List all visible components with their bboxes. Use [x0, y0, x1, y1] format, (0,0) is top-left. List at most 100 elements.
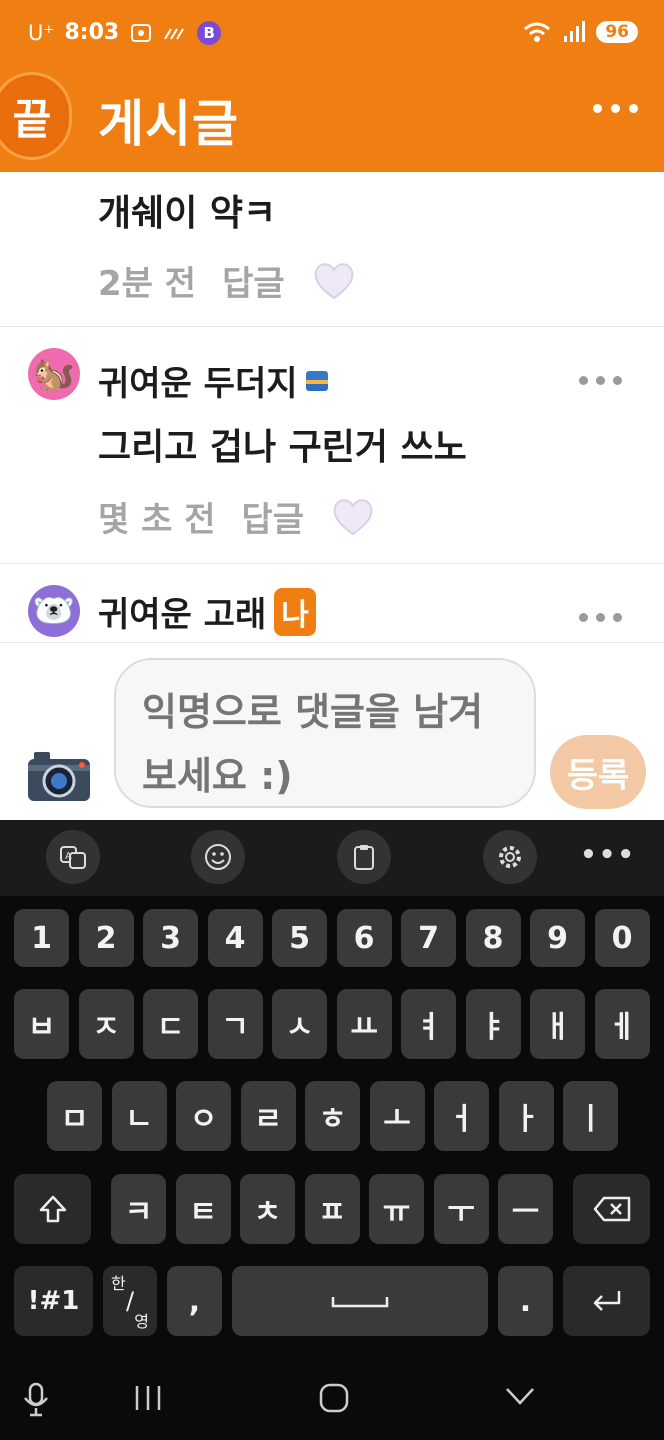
language-key-bottom: 영	[134, 1312, 149, 1331]
letter-key[interactable]: ㅁ	[47, 1081, 102, 1151]
letter-key[interactable]: ㄹ	[240, 1081, 296, 1151]
carrier-label: U⁺	[28, 20, 55, 45]
language-key-slash: /	[125, 1287, 135, 1315]
comment-text: 개쉐이 약ㅋ	[98, 193, 277, 234]
more-icon[interactable]	[593, 104, 638, 113]
translate-icon[interactable]: A	[46, 830, 100, 884]
app-header: U⁺ 8:03 B 96 끝 게시글	[0, 0, 664, 172]
submit-button[interactable]: 등록	[550, 735, 646, 809]
letter-key[interactable]: ㅅ	[272, 989, 327, 1059]
letter-key[interactable]: ㅔ	[594, 989, 650, 1059]
number-key[interactable]: 9	[530, 909, 585, 967]
author-name: 귀여운 두더지	[98, 364, 298, 404]
letter-key[interactable]: ㅎ	[305, 1081, 360, 1151]
letter-key[interactable]: ㅓ	[434, 1081, 489, 1151]
comment-input[interactable]	[114, 658, 536, 808]
shift-key[interactable]	[14, 1174, 91, 1244]
screenshot-icon	[131, 23, 152, 42]
number-key[interactable]: 0	[594, 909, 650, 967]
comment-text: 그리고 겁나 구린거 쓰노	[98, 427, 467, 468]
symbols-key[interactable]: !#1	[14, 1266, 93, 1336]
comment-time: 몇 초 전	[98, 500, 216, 540]
letter-key[interactable]: ㅜ	[433, 1174, 489, 1244]
letter-key[interactable]: ㅣ	[563, 1081, 618, 1151]
enter-key[interactable]	[563, 1266, 650, 1336]
avatar: 🐿️	[28, 348, 80, 400]
signal-icon	[564, 21, 586, 42]
number-key[interactable]: 4	[207, 909, 263, 967]
battery-indicator: 96	[596, 21, 638, 43]
heart-icon[interactable]	[311, 258, 357, 304]
letter-key[interactable]: ㅗ	[369, 1081, 425, 1151]
app-logo[interactable]: 끝	[0, 72, 72, 160]
letter-key[interactable]: ㅡ	[498, 1174, 553, 1244]
letter-key[interactable]: ㅂ	[14, 989, 69, 1059]
comma-key[interactable]: ,	[167, 1266, 222, 1336]
number-key[interactable]: 1	[14, 909, 69, 967]
backspace-key[interactable]	[573, 1174, 650, 1244]
number-key[interactable]: 7	[401, 909, 456, 967]
letter-key[interactable]: ㅈ	[78, 989, 134, 1059]
space-icon	[331, 1297, 389, 1308]
letter-key[interactable]: ㅊ	[240, 1174, 295, 1244]
keyboard: A ••• 1234567890 ㅂㅈㄷㄱㅅㅛㅕㅑㅐㅔ ㅁㄴㅇㄹㅎㅗㅓㅏㅣ ㅋㅌ…	[0, 820, 664, 1360]
wifi-icon	[524, 22, 551, 42]
letter-key[interactable]: ㅇ	[176, 1081, 231, 1151]
letter-key[interactable]: ㅍ	[304, 1174, 360, 1244]
number-key[interactable]: 3	[143, 909, 198, 967]
mic-icon[interactable]	[22, 1382, 50, 1418]
status-bar: U⁺ 8:03 B 96	[28, 18, 638, 54]
enter-icon	[593, 1291, 620, 1311]
more-icon[interactable]	[579, 613, 622, 622]
number-key[interactable]: 5	[272, 909, 327, 967]
language-key[interactable]: 한 / 영	[103, 1266, 157, 1336]
number-key[interactable]: 8	[465, 909, 521, 967]
keyboard-toolbar: A •••	[0, 820, 664, 896]
reply-button[interactable]: 답글	[242, 492, 305, 541]
me-badge: 나	[274, 587, 316, 636]
letter-key[interactable]: ㅌ	[175, 1174, 231, 1244]
more-icon[interactable]	[579, 376, 622, 385]
comment-list[interactable]: 개쉐이 약ㅋ 2분 전 답글 🐿️ 귀여운 두더지 그리고 겁나 구린거 쓰노 …	[0, 172, 664, 642]
data-saver-icon	[164, 27, 185, 40]
b-app-badge: B	[197, 20, 222, 45]
heart-icon[interactable]	[330, 494, 376, 540]
clipboard-icon[interactable]	[337, 830, 391, 884]
comment-meta: 2분 전 답글	[98, 256, 357, 305]
time-label: 8:03	[64, 20, 120, 45]
space-key[interactable]	[232, 1266, 488, 1336]
letter-key[interactable]: ㅕ	[401, 989, 456, 1059]
letter-key[interactable]: ㅐ	[530, 989, 585, 1059]
page-title: 게시글	[98, 95, 239, 153]
letter-key[interactable]: ㅛ	[336, 989, 392, 1059]
comment-item: 🐻‍❄️ 귀여운 고래 나	[0, 565, 664, 642]
letter-key[interactable]: ㄱ	[207, 989, 263, 1059]
period-key[interactable]: .	[498, 1266, 553, 1336]
letter-key[interactable]: ㅋ	[111, 1174, 166, 1244]
emoji-icon[interactable]	[191, 830, 245, 884]
sunrise-icon	[305, 370, 328, 391]
reply-button[interactable]: 답글	[222, 256, 285, 305]
navigation-bar	[0, 1360, 664, 1440]
letter-key[interactable]: ㄷ	[143, 989, 198, 1059]
home-icon[interactable]	[318, 1382, 350, 1414]
letter-key[interactable]: ㅑ	[465, 989, 521, 1059]
letter-key[interactable]: ㅠ	[369, 1174, 424, 1244]
svg-text:A: A	[65, 851, 72, 862]
comment-item: 개쉐이 약ㅋ 2분 전 답글	[0, 172, 664, 327]
comment-time: 2분 전	[98, 264, 197, 304]
number-key[interactable]: 6	[336, 909, 392, 967]
camera-icon[interactable]	[24, 747, 94, 805]
chevron-down-icon[interactable]	[504, 1384, 536, 1408]
settings-icon[interactable]	[483, 830, 537, 884]
number-key[interactable]: 2	[78, 909, 134, 967]
backspace-icon	[593, 1196, 630, 1222]
comment-author: 귀여운 두더지	[98, 356, 328, 405]
letter-key[interactable]: ㄴ	[111, 1081, 167, 1151]
letter-key[interactable]: ㅏ	[498, 1081, 554, 1151]
recent-apps-icon[interactable]	[132, 1384, 164, 1412]
comment-meta: 몇 초 전 답글	[98, 492, 376, 541]
comment-input-bar: 등록	[0, 642, 664, 820]
more-icon[interactable]: •••	[580, 840, 636, 870]
comment-author: 귀여운 고래 나	[98, 587, 316, 636]
